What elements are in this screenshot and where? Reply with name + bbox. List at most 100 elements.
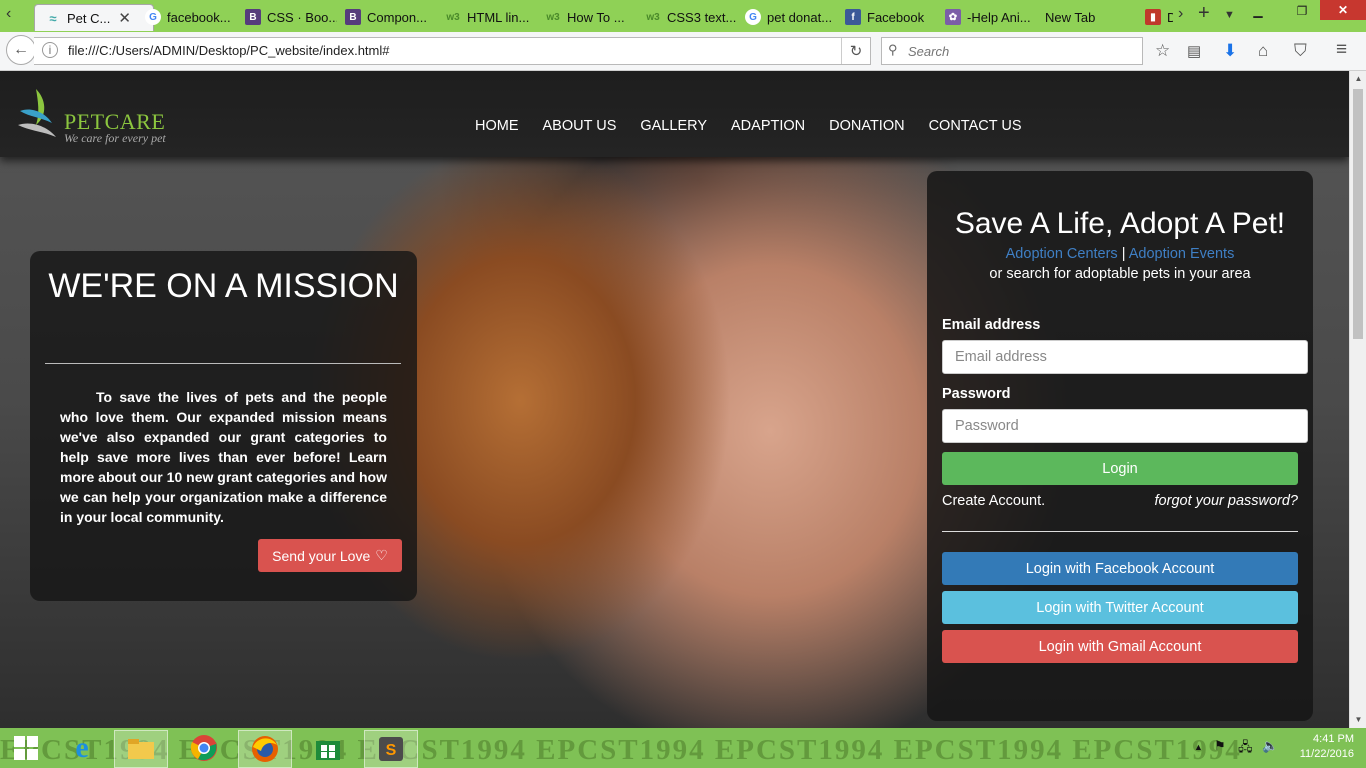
file-explorer-folder-icon[interactable]	[114, 730, 168, 768]
adoption-centers-link[interactable]: Adoption Centers	[1006, 246, 1118, 262]
show-hidden-icons-chevron-up-icon[interactable]: ▲	[1194, 742, 1203, 752]
password-field[interactable]	[942, 409, 1308, 443]
scroll-down-arrow-icon[interactable]: ▼	[1350, 712, 1366, 728]
url-text[interactable]: file:///C:/Users/ADMIN/Desktop/PC_websit…	[68, 43, 390, 58]
tab-html-links[interactable]: w3 HTML lin...	[445, 4, 537, 30]
site-info-icon[interactable]: i	[42, 42, 58, 58]
tab-css-bootstrap[interactable]: B CSS · Boo...	[245, 4, 337, 30]
reload-icon[interactable]: ↻	[841, 38, 870, 64]
tab-facebook[interactable]: f Facebook	[845, 4, 937, 30]
address-bar[interactable]: i file:///C:/Users/ADMIN/Desktop/PC_webs…	[34, 37, 871, 65]
search-icon: ⚲	[888, 42, 898, 57]
reading-list-icon[interactable]: ▤	[1187, 42, 1201, 60]
download-arrow-icon[interactable]: ⬇	[1223, 41, 1237, 61]
new-tab-plus-icon[interactable]: +	[1198, 2, 1210, 25]
tab-partial[interactable]: ▮ D	[1145, 4, 1173, 30]
mission-text: To save the lives of pets and the people…	[60, 389, 387, 525]
clock-time: 4:41 PM	[1313, 733, 1354, 745]
facebook-login-button[interactable]: Login with Facebook Account	[942, 552, 1298, 585]
tab-css3-text[interactable]: w3 CSS3 text...	[645, 4, 737, 30]
tab-components[interactable]: B Compon...	[345, 4, 437, 30]
heart-icon: ♡	[375, 547, 388, 563]
system-clock[interactable]: 4:41 PM 11/22/2016	[1300, 732, 1354, 762]
tab-label: CSS3 text...	[667, 9, 737, 25]
page-content: PETCARE We care for every pet HOME ABOUT…	[0, 71, 1349, 728]
tab-label: Facebook	[867, 9, 925, 25]
scroll-up-arrow-icon[interactable]: ▲	[1350, 71, 1366, 87]
browser-tab-strip: ‹ ≈ Pet C... ✕ G facebook... B CSS · Boo…	[0, 0, 1366, 32]
tab-new-tab[interactable]: New Tab	[1045, 4, 1137, 30]
windows-store-icon[interactable]	[302, 730, 354, 766]
nav-donation[interactable]: DONATION	[829, 118, 904, 134]
browser-toolbar: ← i file:///C:/Users/ADMIN/Desktop/PC_we…	[0, 32, 1366, 71]
main-nav: HOME ABOUT US GALLERY ADAPTION DONATION …	[475, 118, 1046, 134]
create-account-link[interactable]: Create Account.	[942, 493, 1045, 509]
tab-label: New Tab	[1045, 9, 1096, 25]
tab-how-to[interactable]: w3 How To ...	[545, 4, 637, 30]
adoption-events-link[interactable]: Adoption Events	[1129, 246, 1235, 262]
paw-icon: ✿	[945, 9, 961, 25]
tab-label: facebook...	[167, 9, 231, 25]
nav-adaption[interactable]: ADAPTION	[731, 118, 805, 134]
twitter-login-button[interactable]: Login with Twitter Account	[942, 591, 1298, 624]
internet-explorer-icon[interactable]: e	[56, 730, 108, 766]
tab-label: HTML lin...	[467, 9, 530, 25]
close-tab-icon[interactable]: ✕	[118, 9, 131, 27]
menu-hamburger-icon[interactable]: ≡	[1336, 39, 1347, 61]
list-tabs-chevron-down-icon[interactable]: ▼	[1224, 9, 1235, 21]
adoption-links: Adoption Centers | Adoption Events	[927, 246, 1313, 262]
sublime-text-icon[interactable]: S	[364, 730, 418, 768]
page-scrollbar[interactable]: ▲ ▼	[1349, 71, 1366, 728]
close-window-icon[interactable]: ✕	[1320, 0, 1366, 20]
send-love-label: Send your Love	[272, 547, 371, 564]
restore-window-icon[interactable]: ❐	[1280, 0, 1324, 22]
back-arrow-icon[interactable]: ←	[6, 35, 36, 65]
chrome-icon[interactable]	[178, 730, 230, 766]
pocket-icon[interactable]: ⛉	[1294, 41, 1307, 61]
social-divider	[942, 531, 1298, 532]
leaf-logo-icon	[18, 89, 56, 137]
action-center-flag-icon[interactable]: ⚑	[1214, 738, 1226, 754]
tab-pet-care[interactable]: ≈ Pet C... ✕	[34, 4, 154, 31]
firefox-icon[interactable]	[238, 730, 292, 768]
email-label: Email address	[942, 317, 1041, 333]
red-icon: ▮	[1145, 9, 1161, 25]
petcare-favicon: ≈	[49, 10, 57, 26]
home-icon[interactable]: ⌂	[1258, 41, 1268, 61]
tab-help-animals[interactable]: ✿ -Help Ani...	[945, 4, 1037, 30]
email-field[interactable]	[942, 340, 1308, 374]
browser-search-box[interactable]: ⚲	[881, 37, 1143, 65]
logo-tagline: We care for every pet	[64, 131, 166, 145]
tabs-scroll-left-icon[interactable]: ‹	[6, 5, 11, 23]
start-windows-icon[interactable]	[0, 730, 52, 766]
tab-facebook-search[interactable]: G facebook...	[145, 4, 237, 30]
tab-label: pet donat...	[767, 9, 833, 25]
tab-label: Compon...	[367, 9, 427, 25]
nav-gallery[interactable]: GALLERY	[640, 118, 707, 134]
google-icon: G	[145, 9, 161, 25]
adopt-subtitle: or search for adoptable pets in your are…	[989, 266, 1251, 282]
minimize-window-icon[interactable]: ▁	[1236, 0, 1280, 22]
nav-about-us[interactable]: ABOUT US	[543, 118, 617, 134]
tab-label: D	[1167, 9, 1173, 25]
google-icon: G	[745, 9, 761, 25]
network-icon[interactable]: 🖧	[1238, 738, 1253, 760]
gmail-login-button[interactable]: Login with Gmail Account	[942, 630, 1298, 663]
volume-speaker-icon[interactable]: 🔈	[1262, 738, 1278, 754]
browser-search-input[interactable]	[906, 41, 1135, 61]
svg-text:S: S	[386, 742, 397, 759]
nav-home[interactable]: HOME	[475, 118, 519, 134]
petcare-logo[interactable]: PETCARE We care for every pet	[16, 83, 196, 147]
w3schools-icon: w3	[446, 11, 460, 23]
tab-pet-donation[interactable]: G pet donat...	[745, 4, 837, 30]
forgot-password-link[interactable]: forgot your password?	[1155, 493, 1298, 509]
nav-contact-us[interactable]: CONTACT US	[929, 118, 1022, 134]
bookmark-star-icon[interactable]: ☆	[1155, 41, 1170, 61]
tabs-scroll-right-icon[interactable]: ›	[1178, 5, 1183, 23]
w3schools-icon: w3	[646, 11, 660, 23]
send-love-button[interactable]: Send your Love ♡	[258, 539, 402, 572]
tab-label: Pet C...	[67, 10, 111, 26]
scrollbar-thumb[interactable]	[1353, 89, 1363, 339]
login-button[interactable]: Login	[942, 452, 1298, 485]
adopt-title: Save A Life, Adopt A Pet!	[954, 207, 1286, 240]
